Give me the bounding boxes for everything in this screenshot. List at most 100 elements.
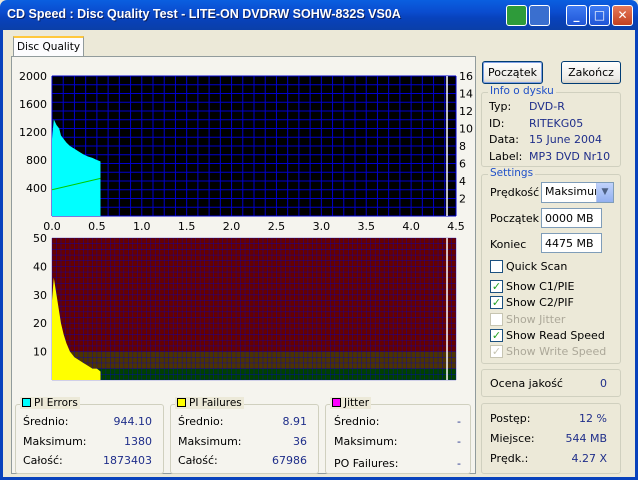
speed-select[interactable]: Maksimum ▼ — [541, 182, 614, 203]
x-tick-label: 3.5 — [357, 220, 375, 233]
end-button[interactable]: Zakończ — [561, 61, 621, 84]
show-c2-pif-checkbox[interactable]: ✓ — [490, 296, 503, 309]
pi-errors-avg: 944.10 — [113, 415, 153, 428]
pi-failures-max: 36 — [293, 435, 307, 448]
position-value: 544 MB — [565, 432, 607, 445]
disc-info-group: Info o dysku Typ: DVD-R ID: RITEKG05 Dat… — [481, 85, 621, 167]
disc-label-label: Label: — [489, 150, 523, 163]
copy-icon[interactable] — [506, 5, 527, 26]
pi-failures-label-total: Całość: — [178, 454, 218, 467]
pi-failures-label-avg: Średnio: — [178, 415, 224, 428]
x-tick-label: 1.5 — [178, 220, 196, 233]
maximize-button[interactable]: □ — [589, 5, 610, 26]
pi-failures-box: PI Failures Średnio: 8.91 Maksimum: 36 C… — [170, 397, 319, 474]
pi-failures-title: PI Failures — [189, 397, 242, 409]
start-button[interactable]: Początek — [482, 61, 543, 84]
disc-quality-chart: 2000160012008004001614121086420.0 0.5 1.0 1… — [19, 70, 473, 381]
show-c2-pif-label: Show C2/PIF — [506, 296, 574, 309]
disc-date-label: Data: — [489, 133, 519, 146]
y-tick-label: 50 — [33, 232, 47, 245]
end-pos-input[interactable] — [541, 233, 602, 253]
jitter-label-max: Maksimum: — [334, 435, 398, 448]
start-pos-label: Początek — [490, 212, 539, 225]
pi-failures-label-max: Maksimum: — [178, 435, 242, 448]
position-label: Miejsce: — [490, 432, 535, 445]
x-tick-label: 3.0 — [313, 220, 331, 233]
po-failures-value: - — [457, 457, 461, 470]
settings-title: Settings — [488, 167, 536, 179]
pi-errors-title: PI Errors — [34, 397, 78, 409]
jitter-box: Jitter Średnio: - Maksimum: - PO Failure… — [325, 397, 471, 474]
y2-tick-label: 8 — [459, 140, 466, 153]
speed-label: Prędkość — [490, 186, 540, 199]
disc-type-value: DVD-R — [529, 100, 565, 113]
disc-label-value: MP3 DVD Nr10 — [529, 150, 611, 163]
y2-tick-label: 2 — [459, 193, 466, 206]
show-c1-pie-checkbox[interactable]: ✓ — [490, 280, 503, 293]
speed-readout-label: Prędk.: — [490, 452, 529, 465]
show-jitter-label: Show Jitter — [506, 313, 566, 326]
show-write-speed-label: Show Write Speed — [506, 345, 607, 358]
y-tick-label: 800 — [26, 154, 47, 167]
show-c1-pie-label: Show C1/PIE — [506, 280, 575, 293]
save-icon[interactable] — [529, 5, 550, 26]
jitter-label-avg: Średnio: — [334, 415, 380, 428]
pi-errors-label-total: Całość: — [23, 454, 63, 467]
minimize-button[interactable]: _ — [566, 5, 587, 26]
po-failures-label: PO Failures: — [334, 457, 399, 470]
y-tick-label: 40 — [33, 260, 47, 273]
x-tick-label: 4.5 — [447, 220, 465, 233]
y-tick-label: 2000 — [19, 70, 47, 83]
window-title: CD Speed : Disc Quality Test - LITE-ON D… — [7, 7, 401, 21]
pi-errors-total: 1873403 — [103, 454, 152, 467]
pi-failures-total: 67986 — [272, 454, 307, 467]
y-tick-label: 400 — [26, 182, 47, 195]
y2-tick-label: 4 — [459, 175, 466, 188]
x-tick-label: 1.0 — [133, 220, 151, 233]
x-tick-label: 2.5 — [268, 220, 286, 233]
start-pos-input[interactable] — [541, 208, 602, 228]
pi-errors-label-max: Maksimum: — [23, 435, 87, 448]
pi-errors-max: 1380 — [124, 435, 152, 448]
jitter-avg: - — [457, 415, 461, 428]
y-tick-label: 1200 — [19, 126, 47, 139]
jitter-max: - — [457, 435, 461, 448]
y-tick-label: 10 — [33, 346, 47, 359]
y2-tick-label: 12 — [459, 105, 473, 118]
x-tick-label: 2.0 — [223, 220, 241, 233]
speed-readout-value: 4.27 X — [571, 452, 607, 465]
show-jitter-checkbox[interactable] — [490, 313, 503, 326]
disc-info-title: Info o dysku — [488, 85, 556, 97]
quality-group: Ocena jakość 0 — [481, 369, 621, 397]
quick-scan-checkbox[interactable] — [490, 260, 503, 273]
pi-errors-label-avg: Średnio: — [23, 415, 69, 428]
disc-type-label: Typ: — [489, 100, 512, 113]
quality-label: Ocena jakość — [490, 377, 563, 390]
jitter-swatch — [332, 398, 341, 407]
disc-id-label: ID: — [489, 117, 505, 130]
chevron-down-icon[interactable]: ▼ — [596, 183, 613, 202]
end-pos-label: Koniec — [490, 238, 527, 251]
disc-date-value: 15 June 2004 — [529, 133, 602, 146]
pi-failures-avg: 8.91 — [282, 415, 308, 428]
pi-errors-box: PI Errors Średnio: 944.10 Maksimum: 1380… — [15, 397, 164, 474]
show-write-speed-checkbox[interactable]: ✓ — [490, 345, 503, 358]
title-bar: CD Speed : Disc Quality Test - LITE-ON D… — [0, 0, 638, 30]
quick-scan-label: Quick Scan — [506, 260, 568, 273]
x-tick-label: 4.0 — [402, 220, 420, 233]
y-tick-label: 1600 — [19, 98, 47, 111]
y-tick-label: 20 — [33, 317, 47, 330]
pi-failures-swatch — [177, 398, 186, 407]
y2-tick-label: 14 — [459, 88, 473, 101]
x-tick-label: 0.5 — [88, 220, 106, 233]
y2-tick-label: 16 — [459, 70, 473, 83]
tab-disc-quality[interactable]: Disc Quality — [13, 36, 84, 57]
progress-group: Postęp: 12 % Miejsce: 544 MB Prędk.: 4.2… — [481, 403, 621, 474]
settings-group: Settings Prędkość Maksimum ▼ Początek Ko… — [481, 167, 621, 364]
close-button[interactable]: ✕ — [612, 5, 633, 26]
quality-value: 0 — [600, 377, 607, 390]
y2-tick-label: 6 — [459, 158, 466, 171]
y-tick-label: 30 — [33, 289, 47, 302]
y2-tick-label: 10 — [459, 123, 473, 136]
show-read-speed-checkbox[interactable]: ✓ — [490, 329, 503, 342]
